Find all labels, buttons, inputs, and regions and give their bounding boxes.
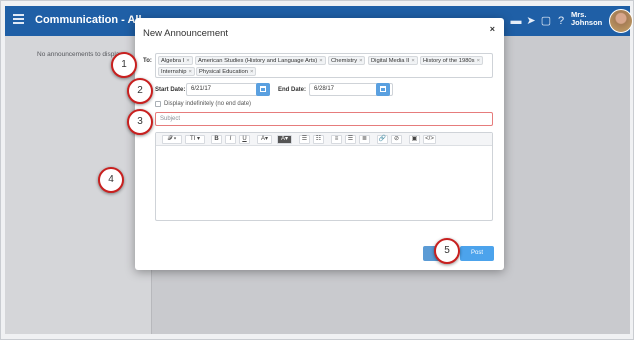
remove-icon[interactable]: × <box>188 69 191 75</box>
code-icon[interactable]: </> <box>423 135 436 144</box>
link-icon[interactable]: 🔗 <box>377 135 388 144</box>
end-date-label: End Date: <box>278 87 307 93</box>
indefinite-label: Display indefinitely (no end date) <box>164 101 252 107</box>
image-icon[interactable]: ▣ <box>409 135 420 144</box>
chat-icon[interactable]: ▬ <box>510 15 522 27</box>
post-button[interactable]: Post <box>460 246 494 261</box>
clipboard-icon[interactable]: ▢ <box>540 15 552 27</box>
remove-icon[interactable]: × <box>477 58 480 64</box>
align-center-button[interactable]: ☰ <box>345 135 356 144</box>
bold-button[interactable]: B <box>211 135 222 144</box>
font-size-button[interactable]: TI ▾ <box>185 135 205 144</box>
recipient-chip[interactable]: Chemistry × <box>328 56 366 65</box>
indefinite-checkbox[interactable] <box>155 101 161 107</box>
empty-list-text: No announcements to display <box>37 51 123 58</box>
message-editor[interactable]: 𝓕 ▾ TI ▾ B I U A▾ A▾ ☰ ☷ ≡ ☰ ≣ 🔗 ⊘ ▣ </> <box>155 132 493 221</box>
align-right-button[interactable]: ≣ <box>359 135 370 144</box>
calendar-icon[interactable] <box>376 83 390 96</box>
bullet-list-button[interactable]: ☰ <box>299 135 310 144</box>
recipient-chip[interactable]: Internship × <box>158 67 195 76</box>
callout-4: 4 <box>98 167 124 193</box>
page-title: Communication - All <box>35 14 142 26</box>
recipient-chip[interactable]: History of the 1980s × <box>420 56 483 65</box>
menu-icon[interactable] <box>13 14 24 24</box>
remove-icon[interactable]: × <box>186 58 189 64</box>
start-date-label: Start Date: <box>155 87 186 93</box>
unlink-icon[interactable]: ⊘ <box>391 135 402 144</box>
avatar[interactable] <box>609 9 633 33</box>
callout-2: 2 <box>127 78 153 104</box>
new-announcement-dialog: New Announcement × To: Algebra I × Americ… <box>135 18 504 270</box>
subject-input[interactable]: Subject <box>155 112 493 126</box>
screenshot-frame: Communication - All ▬ ➤ ▢ ? Mrs. Johnson… <box>0 0 634 340</box>
remove-icon[interactable]: × <box>411 58 414 64</box>
italic-button[interactable]: I <box>225 135 236 144</box>
font-family-button[interactable]: 𝓕 ▾ <box>162 135 182 144</box>
remove-icon[interactable]: × <box>319 58 322 64</box>
highlight-color-button[interactable]: A▾ <box>277 135 292 144</box>
to-label: To: <box>143 58 152 64</box>
callout-5: 5 <box>434 238 460 264</box>
remove-icon[interactable]: × <box>250 69 253 75</box>
close-icon[interactable]: × <box>490 24 495 34</box>
recipient-chip[interactable]: Physical Education × <box>196 67 257 76</box>
align-left-button[interactable]: ≡ <box>331 135 342 144</box>
remove-icon[interactable]: × <box>359 58 362 64</box>
recipient-chip[interactable]: Digital Media II × <box>368 56 418 65</box>
text-color-button[interactable]: A▾ <box>257 135 272 144</box>
underline-button[interactable]: U <box>239 135 250 144</box>
recipient-chip[interactable]: Algebra I × <box>158 56 193 65</box>
editor-toolbar: 𝓕 ▾ TI ▾ B I U A▾ A▾ ☰ ☷ ≡ ☰ ≣ 🔗 ⊘ ▣ </> <box>156 133 492 146</box>
send-icon[interactable]: ➤ <box>525 15 537 27</box>
recipient-chip[interactable]: American Studies (History and Language A… <box>195 56 326 65</box>
callout-1: 1 <box>111 52 137 78</box>
user-name[interactable]: Mrs. Johnson <box>571 11 602 27</box>
recipients-field[interactable]: Algebra I × American Studies (History and… <box>155 53 493 78</box>
help-icon[interactable]: ? <box>555 15 567 27</box>
numbered-list-button[interactable]: ☷ <box>313 135 324 144</box>
dialog-title: New Announcement <box>143 28 229 39</box>
calendar-icon[interactable] <box>256 83 270 96</box>
callout-3: 3 <box>127 109 153 135</box>
